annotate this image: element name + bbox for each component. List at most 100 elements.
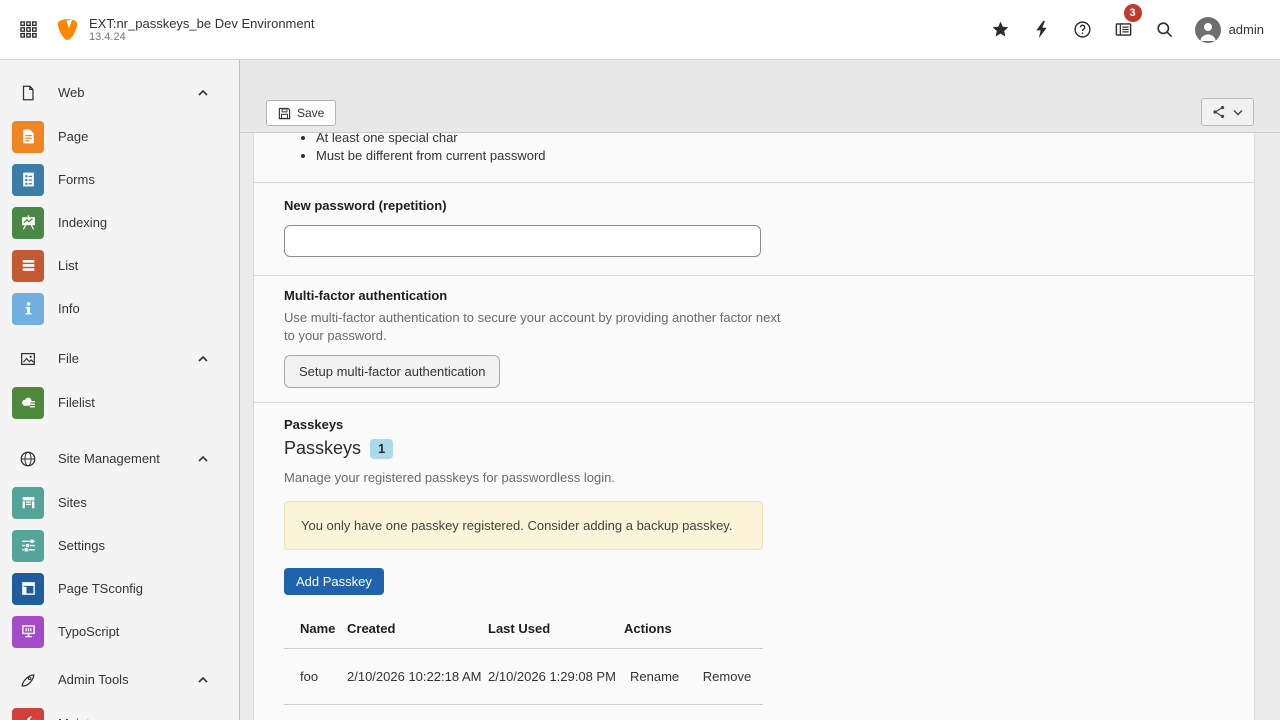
password-rule: At least one special char bbox=[316, 133, 1224, 147]
passkeys-description: Manage your registered passkeys for pass… bbox=[284, 469, 1224, 487]
sidebar-item-maintenance[interactable]: Maintenance bbox=[0, 702, 239, 720]
password-rules-section: At least one special char Must be differ… bbox=[254, 133, 1254, 182]
page-tsconfig-module-icon bbox=[12, 573, 44, 605]
rocket-icon bbox=[18, 671, 38, 689]
sidebar-section-file[interactable]: File bbox=[0, 340, 239, 377]
passkeys-heading: Passkeys bbox=[284, 417, 1224, 432]
user-menu[interactable]: admin bbox=[1185, 17, 1264, 43]
sidebar-section-site-management[interactable]: Site Management bbox=[0, 440, 239, 477]
username-label: admin bbox=[1229, 22, 1264, 37]
typoscript-module-icon bbox=[12, 616, 44, 648]
chevron-down-icon bbox=[1233, 109, 1243, 116]
remove-passkey-button[interactable]: Remove bbox=[703, 669, 751, 684]
sidebar-item-label: Filelist bbox=[58, 395, 95, 410]
new-password-repetition-label: New password (repetition) bbox=[284, 198, 447, 213]
sidebar-section-label: Site Management bbox=[58, 451, 160, 466]
share-dropdown-button[interactable] bbox=[1201, 98, 1254, 126]
search-button[interactable] bbox=[1144, 0, 1185, 60]
sidebar-item-page[interactable]: Page bbox=[0, 115, 239, 158]
sidebar-item-label: Maintenance bbox=[58, 716, 132, 720]
password-rule: Must be different from current password bbox=[316, 147, 1224, 165]
sidebar-item-forms[interactable]: Forms bbox=[0, 158, 239, 201]
sidebar-item-typoscript[interactable]: TypoScript bbox=[0, 610, 239, 653]
page-module-icon bbox=[12, 121, 44, 153]
rename-passkey-button[interactable]: Rename bbox=[630, 669, 679, 684]
sidebar-item-label: Indexing bbox=[58, 215, 107, 230]
sidebar-section-label: Web bbox=[58, 85, 85, 100]
sidebar-item-info[interactable]: Info bbox=[0, 287, 239, 330]
clear-cache-button[interactable] bbox=[1021, 0, 1062, 60]
typo3-logo-icon bbox=[56, 18, 79, 41]
file-section-icon bbox=[18, 350, 38, 368]
mfa-section: Multi-factor authentication Use multi-fa… bbox=[254, 275, 1254, 402]
share-icon bbox=[1212, 105, 1226, 119]
filelist-module-icon bbox=[12, 387, 44, 419]
setup-mfa-button[interactable]: Setup multi-factor authentication bbox=[284, 355, 500, 388]
sidebar-item-indexing[interactable]: Indexing bbox=[0, 201, 239, 244]
help-icon bbox=[1073, 20, 1092, 39]
topbar: EXT:nr_passkeys_be Dev Environment 13.4.… bbox=[0, 0, 1280, 60]
sidebar-section-admin-tools[interactable]: Admin Tools bbox=[0, 661, 239, 698]
passkey-created-cell: 2/10/2026 10:22:18 AM bbox=[347, 649, 488, 705]
passkey-last-used-cell: 2/10/2026 1:29:08 PM bbox=[488, 649, 624, 705]
sidebar-section-web[interactable]: Web bbox=[0, 74, 239, 111]
passkeys-subheading: Passkeys bbox=[284, 438, 361, 459]
mfa-description: Use multi-factor authentication to secur… bbox=[284, 309, 789, 345]
sidebar-item-label: Settings bbox=[58, 538, 105, 553]
system-information-icon bbox=[1114, 20, 1133, 39]
module-menu: Web Page Forms bbox=[0, 60, 240, 720]
column-header-created: Created bbox=[347, 609, 488, 649]
user-settings-panel: At least one special char Must be differ… bbox=[253, 133, 1255, 720]
app-grid-icon bbox=[20, 21, 37, 38]
system-information-button[interactable]: 3 bbox=[1103, 0, 1144, 60]
forms-module-icon bbox=[12, 164, 44, 196]
help-button[interactable] bbox=[1062, 0, 1103, 60]
new-password-repetition-field[interactable] bbox=[284, 225, 761, 257]
lightning-bolt-icon bbox=[1034, 20, 1049, 39]
maintenance-module-icon bbox=[12, 708, 44, 720]
sidebar-item-sites[interactable]: Sites bbox=[0, 481, 239, 524]
passkeys-warning-alert: You only have one passkey registered. Co… bbox=[284, 501, 763, 550]
avatar bbox=[1195, 17, 1221, 43]
search-icon bbox=[1155, 20, 1174, 39]
app-grid-button[interactable] bbox=[0, 0, 56, 60]
chevron-up-icon bbox=[197, 89, 223, 97]
sidebar-section-label: Admin Tools bbox=[58, 672, 129, 687]
column-header-actions: Actions bbox=[624, 609, 763, 649]
sidebar-item-filelist[interactable]: Filelist bbox=[0, 381, 239, 424]
module-body: Save At least one special char bbox=[240, 60, 1280, 720]
notification-badge: 3 bbox=[1124, 4, 1142, 22]
passkeys-count-badge: 1 bbox=[370, 439, 393, 459]
sidebar-section-label: File bbox=[58, 351, 79, 366]
sidebar-item-label: List bbox=[58, 258, 78, 273]
chevron-up-icon bbox=[197, 676, 223, 684]
indexing-module-icon bbox=[12, 207, 44, 239]
sidebar-item-label: Info bbox=[58, 301, 80, 316]
floppy-disk-icon bbox=[278, 107, 291, 120]
new-password-repetition-section: New password (repetition) bbox=[254, 182, 1254, 275]
sidebar-item-settings[interactable]: Settings bbox=[0, 524, 239, 567]
star-icon bbox=[991, 20, 1010, 39]
sidebar-item-label: Page TSconfig bbox=[58, 581, 143, 596]
web-section-icon bbox=[18, 84, 38, 102]
save-button[interactable]: Save bbox=[266, 100, 336, 126]
info-module-icon bbox=[12, 293, 44, 325]
add-passkey-button[interactable]: Add Passkey bbox=[284, 568, 384, 595]
globe-icon bbox=[18, 450, 38, 468]
passkeys-section: Passkeys Passkeys 1 Manage your register… bbox=[254, 402, 1254, 720]
sites-module-icon bbox=[12, 487, 44, 519]
chevron-up-icon bbox=[197, 355, 223, 363]
password-rules-list: At least one special char Must be differ… bbox=[284, 133, 1224, 165]
content-scroll-area[interactable]: At least one special char Must be differ… bbox=[240, 133, 1280, 720]
passkey-actions-cell: Rename Remove bbox=[624, 649, 763, 705]
sidebar-item-page-tsconfig[interactable]: Page TSconfig bbox=[0, 567, 239, 610]
brand-text: EXT:nr_passkeys_be Dev Environment 13.4.… bbox=[89, 16, 314, 44]
brand[interactable]: EXT:nr_passkeys_be Dev Environment 13.4.… bbox=[56, 16, 314, 44]
sidebar-item-list[interactable]: List bbox=[0, 244, 239, 287]
page-title: EXT:nr_passkeys_be Dev Environment bbox=[89, 16, 314, 31]
bookmarks-button[interactable] bbox=[980, 0, 1021, 60]
settings-module-icon bbox=[12, 530, 44, 562]
column-header-last-used: Last Used bbox=[488, 609, 624, 649]
passkeys-table-header-row: Name Created Last Used Actions bbox=[284, 609, 763, 649]
chevron-up-icon bbox=[197, 455, 223, 463]
